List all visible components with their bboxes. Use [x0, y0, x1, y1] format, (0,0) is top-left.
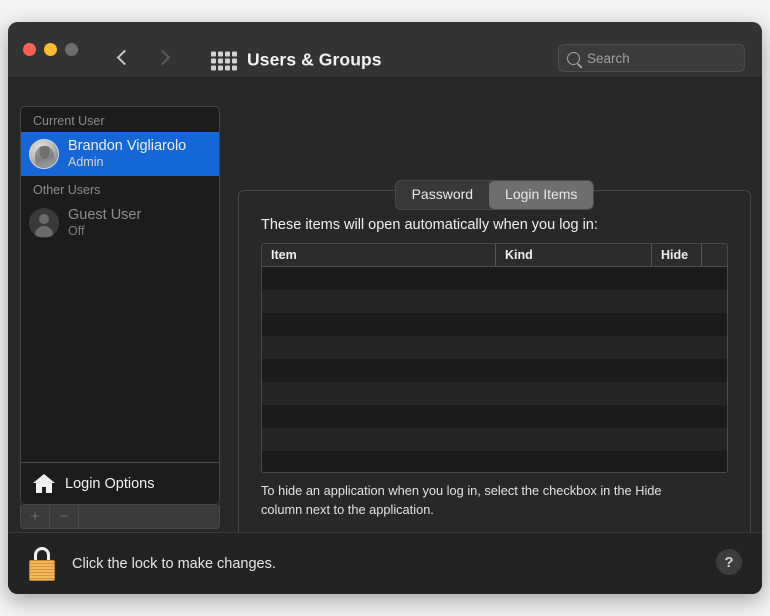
- close-window-button[interactable]: [23, 43, 36, 56]
- window-titlebar: Users & Groups Search: [8, 22, 762, 78]
- grid-cell: [218, 58, 223, 64]
- window-footer: Click the lock to make changes. ?: [8, 532, 762, 594]
- users-sidebar: Current User Brandon Vigliarolo Admin Ot…: [20, 106, 220, 505]
- table-row[interactable]: [262, 428, 727, 451]
- table-row[interactable]: [262, 359, 727, 382]
- zoom-window-button[interactable]: [65, 43, 78, 56]
- search-icon: [567, 51, 580, 65]
- grid-cell: [211, 65, 216, 71]
- sidebar-action-bar: + −: [20, 505, 220, 529]
- grid-cell: [218, 65, 223, 71]
- column-header-spacer: [702, 244, 727, 266]
- column-header-item[interactable]: Item: [262, 244, 496, 266]
- navigation-arrows: [118, 49, 168, 67]
- sidebar-item-brandon-vigliarolo[interactable]: Brandon Vigliarolo Admin: [21, 132, 219, 176]
- table-header-row: Item Kind Hide: [262, 244, 727, 267]
- table-row[interactable]: [262, 313, 727, 336]
- table-row[interactable]: [262, 267, 727, 290]
- grid-cell: [211, 58, 216, 64]
- minimize-window-button[interactable]: [44, 43, 57, 56]
- add-user-button[interactable]: +: [21, 505, 50, 528]
- grid-cell: [211, 51, 216, 57]
- sidebar-item-text: Brandon Vigliarolo Admin: [68, 138, 186, 169]
- sidebar-item-role: Admin: [68, 155, 104, 170]
- traffic-light-group: [23, 43, 78, 56]
- column-header-kind[interactable]: Kind: [496, 244, 652, 266]
- tab-password[interactable]: Password: [396, 181, 489, 209]
- sidebar-scroll-area: Current User Brandon Vigliarolo Admin Ot…: [21, 107, 219, 504]
- grid-cell: [232, 58, 237, 64]
- back-chevron-icon[interactable]: [118, 49, 129, 67]
- table-row[interactable]: [262, 290, 727, 313]
- window-body: Current User Brandon Vigliarolo Admin Ot…: [8, 78, 762, 594]
- lock-message: Click the lock to make changes.: [72, 556, 276, 572]
- table-row[interactable]: [262, 405, 727, 428]
- login-items-table[interactable]: Item Kind Hide: [261, 243, 728, 473]
- sidebar-item-login-options[interactable]: Login Options: [21, 462, 219, 504]
- column-header-hide[interactable]: Hide: [652, 244, 702, 266]
- search-placeholder: Search: [587, 50, 630, 66]
- sidebar-item-name: Guest User: [68, 207, 142, 224]
- sidebar-item-guest-user[interactable]: Guest User Off: [21, 201, 219, 245]
- system-preferences-window: Users & Groups Search Current User Brand…: [8, 22, 762, 594]
- tab-strip: Password Login Items: [394, 180, 595, 210]
- grid-cell: [232, 51, 237, 57]
- remove-user-button[interactable]: −: [50, 505, 79, 528]
- search-field[interactable]: Search: [558, 44, 745, 72]
- sidebar-group-label-other: Other Users: [33, 183, 101, 197]
- grid-cell: [225, 51, 230, 57]
- sidebar-item-text: Guest User Off: [68, 207, 141, 238]
- avatar: [29, 208, 59, 238]
- sidebar-item-label: Login Options: [65, 475, 155, 492]
- table-body: [262, 267, 727, 472]
- sidebar-action-bar-filler: [79, 505, 219, 528]
- lock-icon[interactable]: [28, 547, 56, 581]
- login-items-pane: These items will open automatically when…: [239, 191, 750, 558]
- hide-column-hint: To hide an application when you log in, …: [261, 483, 662, 517]
- table-row[interactable]: [262, 451, 727, 472]
- help-button[interactable]: ?: [716, 549, 742, 575]
- avatar: [29, 139, 59, 169]
- grid-cell: [225, 58, 230, 64]
- login-items-headline: These items will open automatically when…: [261, 217, 598, 233]
- screen-root: Users & Groups Search Current User Brand…: [0, 0, 770, 616]
- grid-cell: [232, 65, 237, 71]
- lock-body: [29, 560, 55, 581]
- home-icon: [33, 474, 55, 493]
- show-all-grid-icon[interactable]: [211, 51, 237, 71]
- tab-bar: Password Login Items: [239, 180, 750, 210]
- grid-cell: [218, 51, 223, 57]
- forward-chevron-icon: [157, 49, 168, 67]
- sidebar-group-label-current: Current User: [33, 114, 105, 128]
- sidebar-item-name: Brandon Vigliarolo: [68, 138, 187, 155]
- content-panel: Password Login Items These items will op…: [238, 180, 751, 587]
- sidebar-item-status: Off: [68, 224, 85, 239]
- grid-cell: [225, 65, 230, 71]
- table-row[interactable]: [262, 336, 727, 359]
- table-row[interactable]: [262, 382, 727, 405]
- page-title: Users & Groups: [247, 49, 382, 70]
- tab-login-items[interactable]: Login Items: [489, 181, 594, 209]
